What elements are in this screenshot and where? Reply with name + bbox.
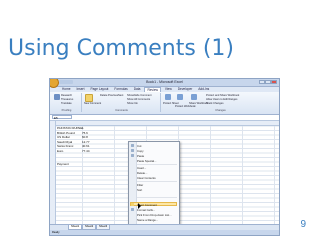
cell-payment[interactable]: Payment: [57, 162, 69, 166]
menu-item-filter[interactable]: Filter: [137, 183, 143, 187]
protect-share-workbook-button[interactable]: Protect and Share Workbook: [206, 94, 239, 97]
status-bar: Ready: [50, 230, 279, 235]
menu-item-delete[interactable]: Delete...: [137, 171, 147, 175]
ribbon-group-changes: Protect Sheet Protect Workbook Share Wor…: [162, 93, 279, 112]
allow-edit-ranges-button[interactable]: Allow Users to Edit Ranges: [206, 98, 237, 101]
menu-separator: [137, 197, 177, 198]
mouse-cursor-icon: [138, 203, 141, 209]
cell-currency[interactable]: Euro: [57, 149, 63, 153]
menu-item-name-range[interactable]: Name a Range...: [137, 218, 158, 222]
research-button[interactable]: Research: [61, 94, 72, 97]
menu-item-paste[interactable]: Paste: [137, 154, 144, 158]
protect-workbook-button[interactable]: Protect Workbook: [175, 105, 196, 108]
cell-currency[interactable]: US Dollar: [57, 135, 70, 139]
menu-item-sort[interactable]: Sort: [137, 188, 142, 192]
cell-value[interactable]: 1: [82, 126, 84, 130]
ribbon-group-proofing: Research Thesaurus Translate Proofing: [52, 93, 82, 112]
paste-icon: [131, 154, 134, 157]
cell-currency[interactable]: PAKISTAN RUPEE: [57, 126, 83, 130]
close-button[interactable]: [271, 80, 277, 84]
new-comment-button[interactable]: New Comment: [84, 102, 101, 105]
insert-comment-icon: [131, 203, 134, 206]
menu-separator: [137, 181, 177, 182]
menu-item-clear-contents[interactable]: Clear Contents: [137, 176, 156, 180]
slide-title: Using Comments (1): [8, 36, 234, 61]
ribbon-group-label: Proofing: [61, 109, 72, 112]
research-icon[interactable]: [54, 94, 60, 100]
next-comment-button[interactable]: Next: [118, 94, 123, 97]
track-changes-button[interactable]: Track Changes: [206, 102, 224, 105]
menu-item-copy[interactable]: Copy: [137, 149, 144, 153]
page-number: 9: [300, 219, 306, 230]
ribbon-group-label: Changes: [215, 109, 226, 112]
cell-value[interactable]: 60.8: [82, 135, 88, 139]
ribbon: Research Thesaurus Translate Proofing Ne…: [50, 92, 279, 115]
menu-item-paste-special[interactable]: Paste Special...: [137, 159, 156, 163]
new-comment-icon[interactable]: [85, 94, 93, 102]
cell-value[interactable]: 77.44: [82, 149, 90, 153]
menu-item-cut[interactable]: Cut: [137, 144, 141, 148]
row-headers: [50, 121, 56, 225]
copy-icon: [131, 149, 134, 152]
cut-icon: [131, 144, 134, 147]
context-menu: Cut Copy Paste Paste Special... Insert..…: [128, 141, 180, 235]
show-hide-comment-button[interactable]: Show/Hide Comment: [127, 94, 152, 97]
window-title: Book1 - Microsoft Excel: [146, 80, 183, 84]
translate-button[interactable]: Translate: [61, 102, 72, 105]
ribbon-group-comments: New Comment Delete Previous Next Show/Hi…: [83, 93, 161, 112]
delete-comment-button[interactable]: Delete: [100, 94, 108, 97]
name-box[interactable]: E5: [52, 115, 72, 120]
menu-item-pick-list[interactable]: Pick From Drop-down List...: [137, 213, 172, 217]
menu-separator: [137, 164, 177, 165]
window-titlebar: Book1 - Microsoft Excel: [50, 79, 279, 88]
protect-sheet-icon[interactable]: [165, 94, 171, 100]
ribbon-group-label: Comments: [115, 109, 128, 112]
excel-screenshot: Book1 - Microsoft Excel Home Insert Page…: [49, 78, 280, 236]
show-all-comments-button[interactable]: Show All Comments: [127, 98, 150, 101]
column-headers: [50, 121, 279, 126]
previous-comment-button[interactable]: Previous: [108, 94, 118, 97]
cell-currency[interactable]: Swiss Franc: [57, 144, 73, 148]
thesaurus-button[interactable]: Thesaurus: [61, 98, 73, 101]
menu-item-insert[interactable]: Insert...: [137, 166, 146, 170]
show-ink-button[interactable]: Show Ink: [127, 102, 138, 105]
cell-value[interactable]: 40.61: [82, 144, 90, 148]
protect-workbook-icon[interactable]: [177, 94, 183, 100]
share-workbook-icon[interactable]: [191, 94, 197, 100]
format-cells-icon: [131, 208, 134, 211]
